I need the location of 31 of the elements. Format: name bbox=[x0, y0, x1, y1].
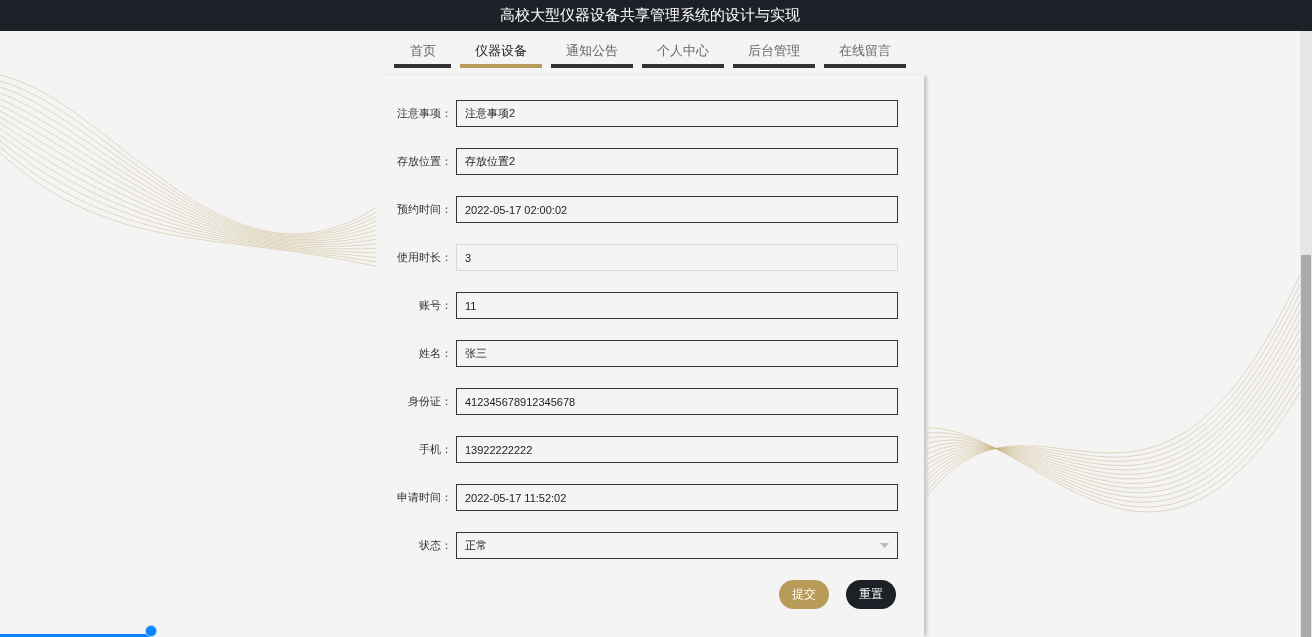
input-field[interactable]: 13922222222 bbox=[456, 436, 898, 463]
caret-icon bbox=[880, 543, 889, 548]
nav-tab[interactable]: 通知公告 bbox=[551, 37, 633, 68]
nav-tab[interactable]: 个人中心 bbox=[642, 37, 724, 68]
field-label: 身份证： bbox=[407, 394, 453, 409]
status-select[interactable]: 正常 bbox=[456, 532, 898, 559]
nav-tab[interactable]: 在线留言 bbox=[824, 37, 906, 68]
field-label: 姓名： bbox=[418, 346, 453, 361]
field-label: 申请时间： bbox=[396, 490, 453, 505]
nav-tab[interactable]: 后台管理 bbox=[733, 37, 815, 68]
field-label: 存放位置： bbox=[396, 154, 453, 169]
window-title: 高校大型仪器设备共享管理系统的设计与实现 bbox=[500, 6, 800, 25]
input-field[interactable]: 2022-05-17 11:52:02 bbox=[456, 484, 898, 511]
scrollbar[interactable] bbox=[1300, 31, 1312, 637]
input-field[interactable]: 11 bbox=[456, 292, 898, 319]
field-label: 账号： bbox=[418, 298, 453, 313]
field-label: 使用时长： bbox=[396, 250, 453, 265]
field-label: 状态： bbox=[418, 538, 453, 553]
field-label: 手机： bbox=[418, 442, 453, 457]
input-field[interactable]: 2022-05-17 02:00:02 bbox=[456, 196, 898, 223]
nav-tab[interactable]: 仪器设备 bbox=[460, 37, 542, 68]
reset-button[interactable]: 重置 bbox=[846, 580, 896, 609]
nav-tab[interactable]: 首页 bbox=[394, 37, 451, 68]
input-field[interactable]: 注意事项2 bbox=[456, 100, 898, 127]
input-field[interactable]: 存放位置2 bbox=[456, 148, 898, 175]
field-label: 注意事项： bbox=[396, 106, 453, 121]
input-field[interactable]: 张三 bbox=[456, 340, 898, 367]
input-field[interactable]: 412345678912345678 bbox=[456, 388, 898, 415]
slider-handle[interactable] bbox=[144, 625, 157, 637]
field-label: 预约时间： bbox=[396, 202, 453, 217]
input-field[interactable]: 3 bbox=[456, 244, 898, 271]
